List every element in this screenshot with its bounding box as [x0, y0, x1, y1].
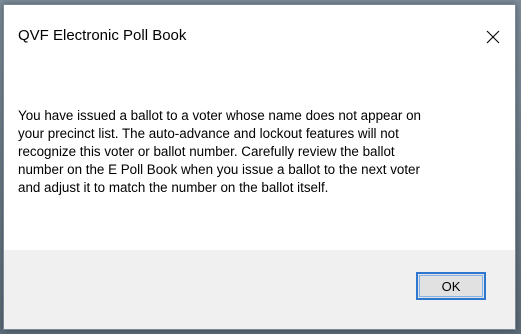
dialog-footer: OK	[4, 250, 515, 329]
ok-button-label: OK	[441, 278, 461, 294]
message-dialog: QVF Electronic Poll Book You have issued…	[3, 4, 516, 330]
close-icon	[486, 30, 500, 44]
close-button[interactable]	[471, 19, 515, 55]
ok-button[interactable]: OK	[416, 272, 486, 300]
dialog-title: QVF Electronic Poll Book	[18, 27, 187, 44]
dialog-titlebar: QVF Electronic Poll Book	[4, 5, 515, 63]
dialog-message: You have issued a ballot to a voter whos…	[18, 108, 421, 195]
